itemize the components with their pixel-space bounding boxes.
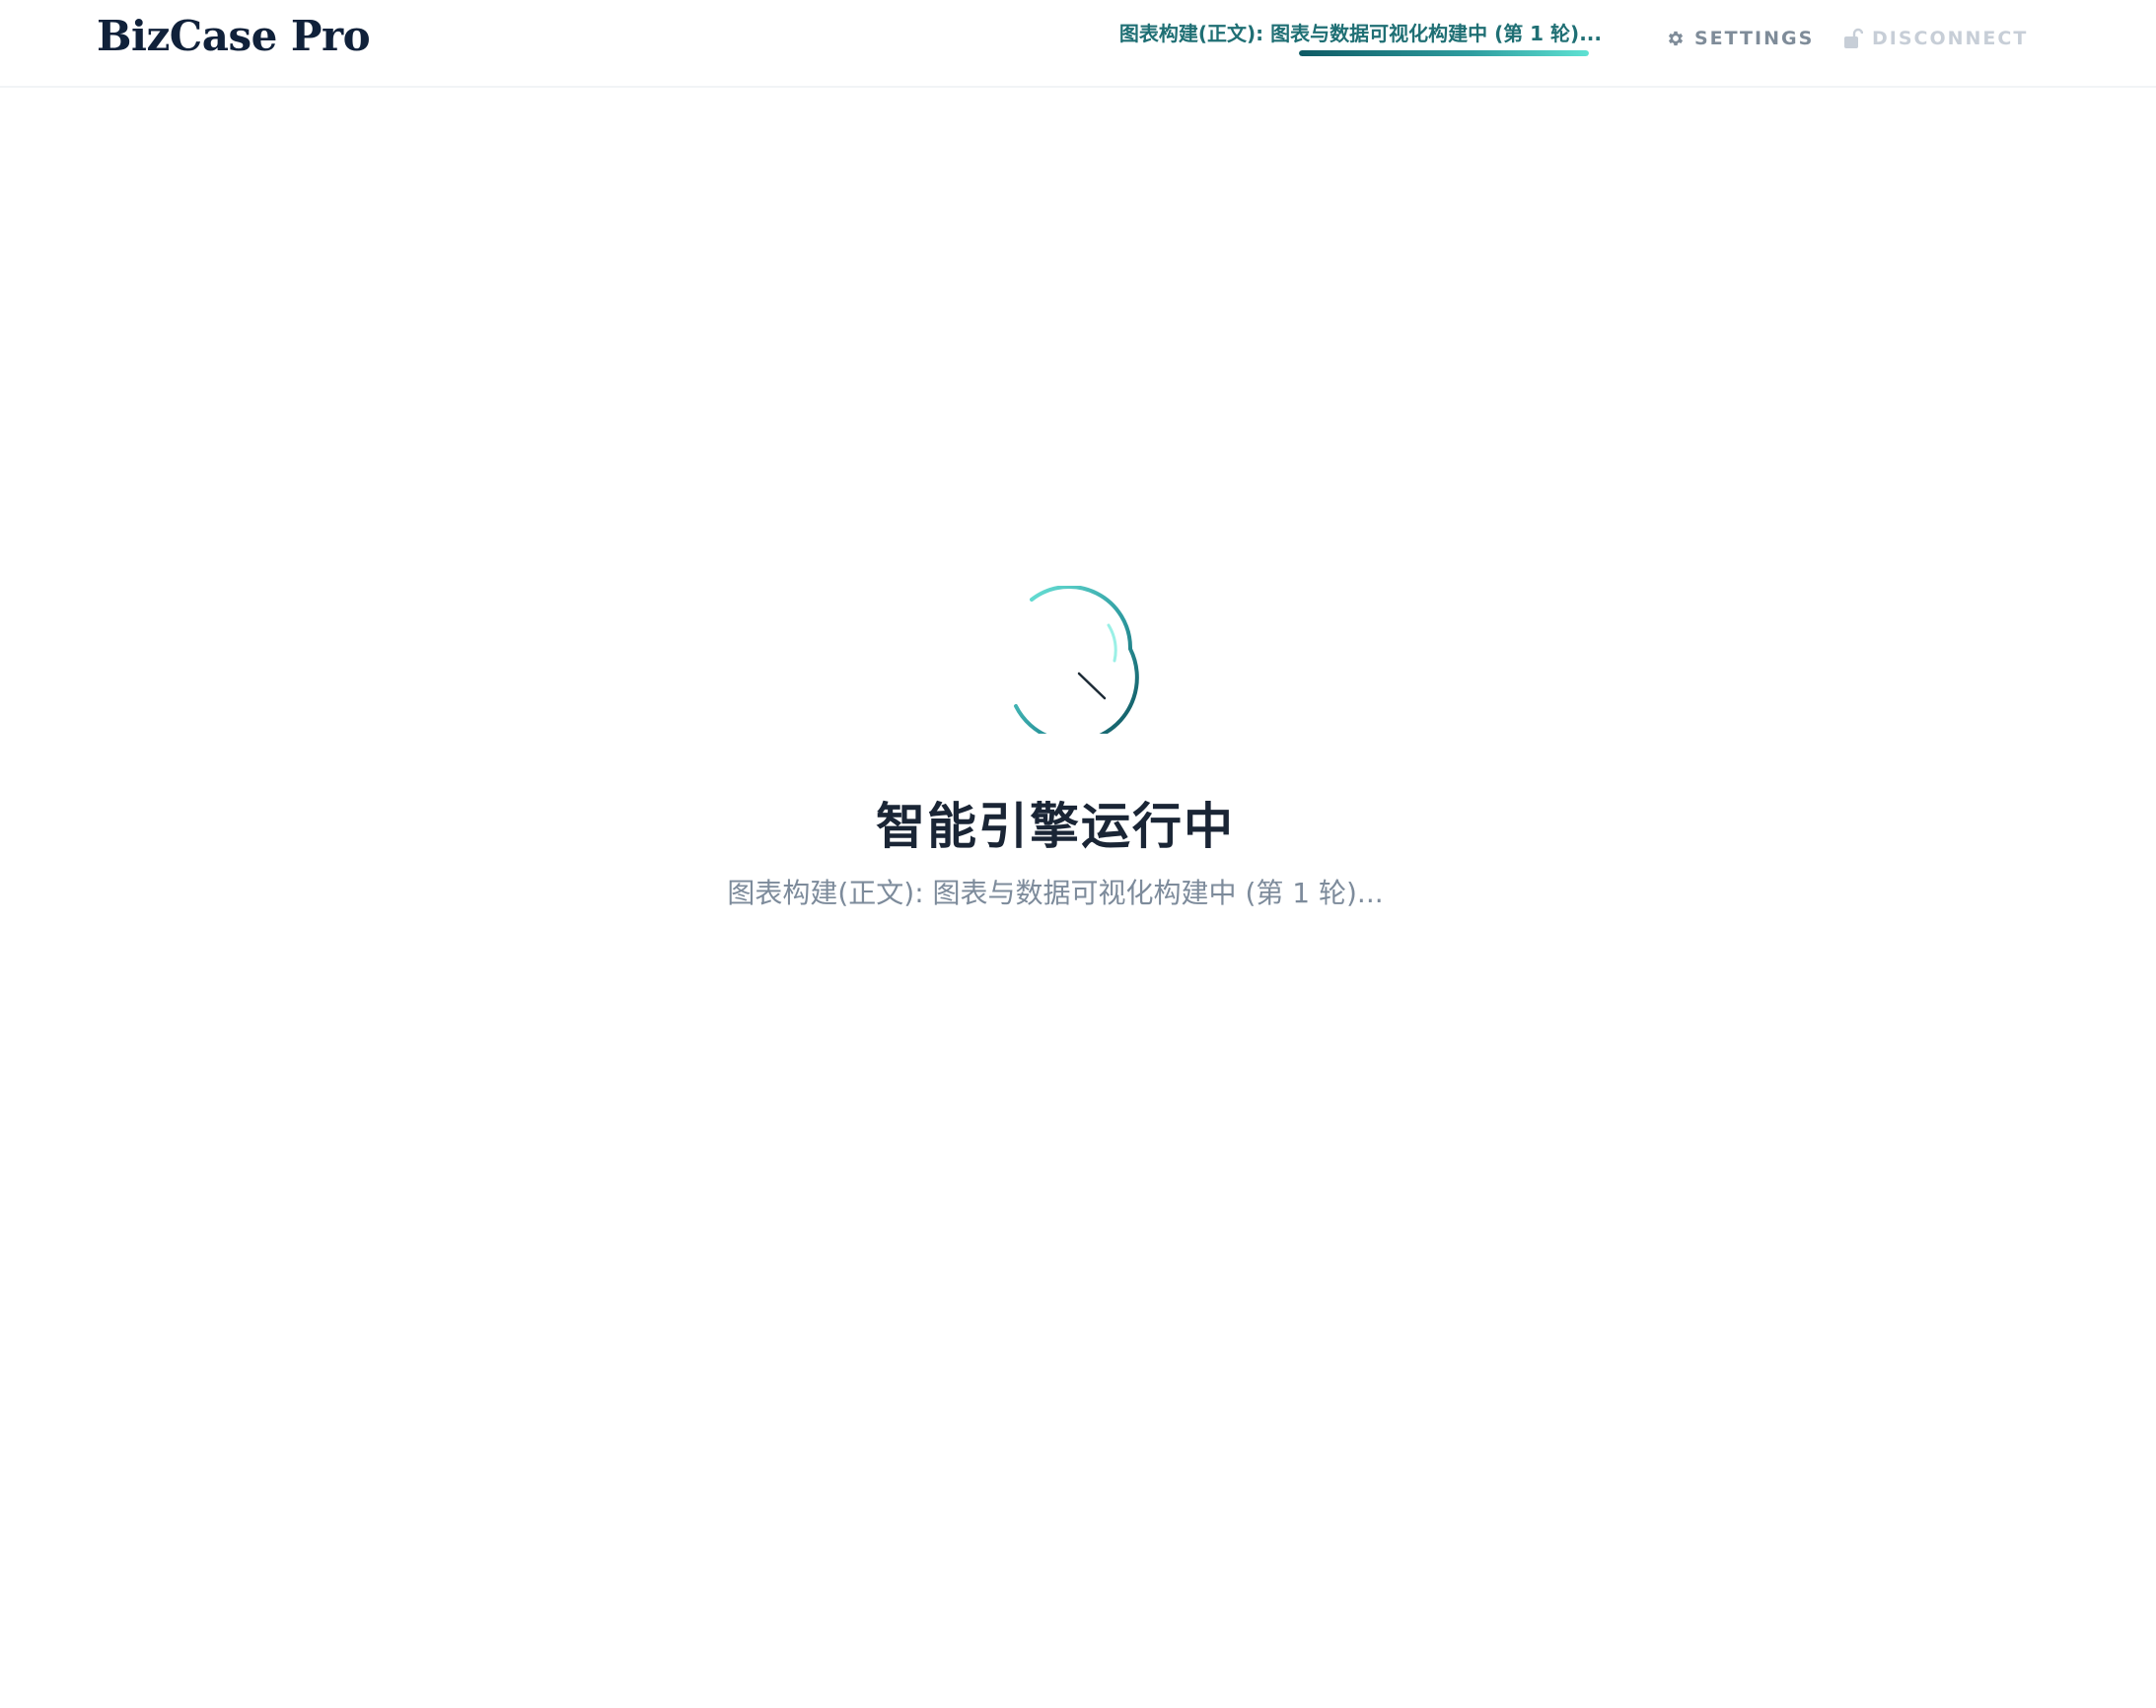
engine-status-title: 智能引擎运行中 <box>876 797 1235 855</box>
gear-icon <box>1665 28 1687 49</box>
task-progress-fill <box>1299 50 1589 56</box>
brand-logo[interactable]: BizCase Pro <box>97 12 371 60</box>
disconnect-label: DISCONNECT <box>1872 28 2029 49</box>
task-status: 图表构建(正文): 图表与数据可视化构建中 (第 1 轮)... <box>1085 18 1602 61</box>
top-header: BizCase Pro 图表构建(正文): 图表与数据可视化构建中 (第 1 轮… <box>0 0 2156 88</box>
settings-label: SETTINGS <box>1694 28 1815 49</box>
settings-button[interactable]: SETTINGS <box>1665 22 1814 55</box>
task-status-text: 图表构建(正文): 图表与数据可视化构建中 (第 1 轮)... <box>1118 22 1602 45</box>
disconnect-button[interactable]: DISCONNECT <box>1842 22 2028 55</box>
task-progress-bar <box>1299 50 1589 56</box>
unlock-icon <box>1842 28 1864 49</box>
loading-spinner-icon <box>992 585 1140 744</box>
app-root: BizCase Pro 图表构建(正文): 图表与数据可视化构建中 (第 1 轮… <box>0 0 2156 1708</box>
engine-status-subtitle: 图表构建(正文): 图表与数据可视化构建中 (第 1 轮)... <box>727 877 1384 909</box>
